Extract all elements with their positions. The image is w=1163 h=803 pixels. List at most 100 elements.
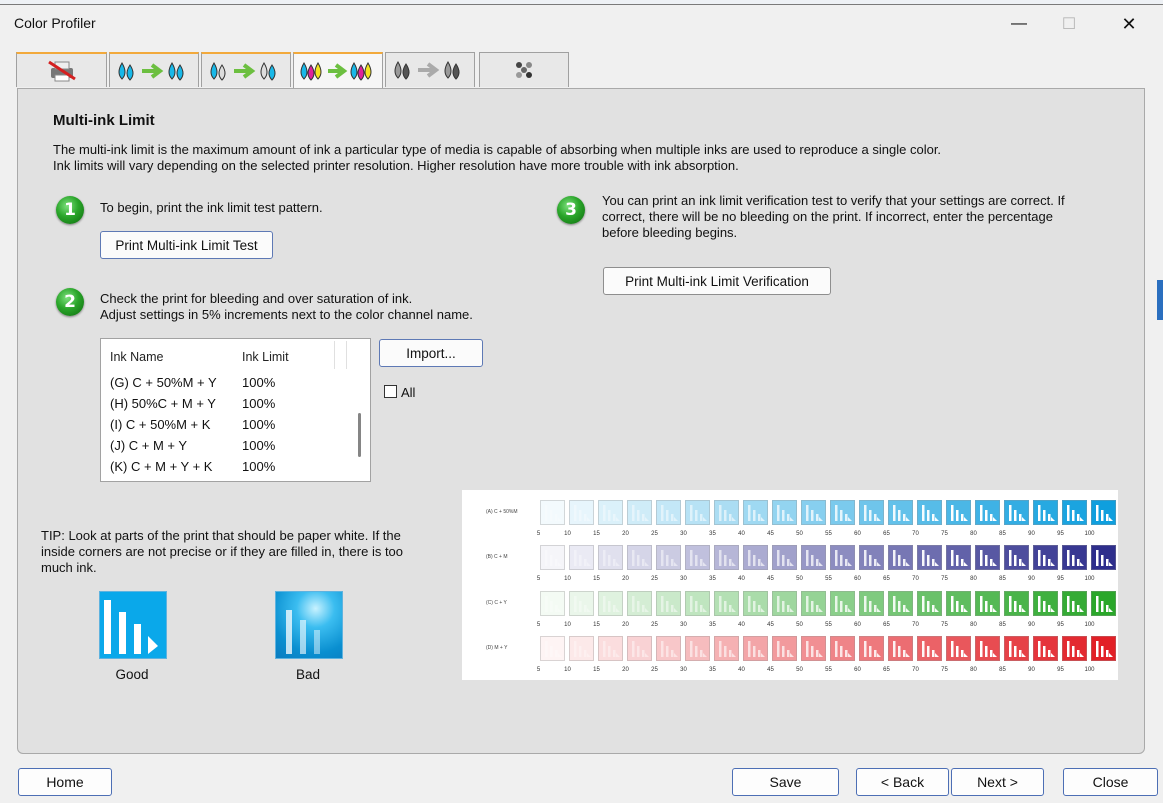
pattern-swatch <box>1091 500 1116 525</box>
tab-profile[interactable] <box>479 52 569 87</box>
tab-multi-ink-limit[interactable] <box>293 52 383 88</box>
table-row[interactable]: (I) C + 50%M + K 100% <box>110 417 275 438</box>
print-verification-button[interactable]: Print Multi-ink Limit Verification <box>603 267 831 295</box>
bad-example-image <box>275 591 343 659</box>
pattern-step-label: 80 <box>970 531 977 537</box>
table-row[interactable]: (G) C + 50%M + Y 100% <box>110 375 275 396</box>
all-checkbox-label[interactable]: All <box>401 385 415 400</box>
step-3-line-1: You can print an ink limit verification … <box>602 193 1065 208</box>
pattern-swatch-row <box>540 591 1160 617</box>
pattern-step-label: 25 <box>651 576 658 582</box>
window-title: Color Profiler <box>14 15 96 31</box>
pattern-step-label: 40 <box>738 531 745 537</box>
print-ink-limit-test-button[interactable]: Print Multi-ink Limit Test <box>100 231 273 259</box>
back-button[interactable]: < Back <box>856 768 949 796</box>
pattern-swatch <box>743 636 768 661</box>
maximize-button[interactable]: ☐ <box>1040 5 1098 43</box>
step-2-text: Check the print for bleeding and over sa… <box>100 291 473 323</box>
pattern-step-label: 40 <box>738 622 745 628</box>
pattern-step-label: 100 <box>1084 576 1095 582</box>
pattern-step-label: 90 <box>1028 576 1035 582</box>
pattern-step-label: 55 <box>825 667 832 673</box>
pattern-step-label: 85 <box>999 622 1006 628</box>
pattern-step-label: 60 <box>854 622 861 628</box>
pattern-swatch <box>888 500 913 525</box>
pattern-step-label: 5 <box>536 622 541 628</box>
pattern-swatch <box>772 545 797 570</box>
tab-printer[interactable] <box>16 52 107 87</box>
pattern-step-label: 70 <box>912 622 919 628</box>
import-button[interactable]: Import... <box>379 339 483 367</box>
pattern-step-label: 65 <box>883 576 890 582</box>
pattern-swatch <box>801 591 826 616</box>
description-line-1: The multi-ink limit is the maximum amoun… <box>53 142 942 157</box>
column-header-ink-name[interactable]: Ink Name <box>110 350 164 364</box>
home-button[interactable]: Home <box>18 768 112 796</box>
table-scrollbar[interactable] <box>351 339 370 481</box>
pattern-step-label: 65 <box>883 531 890 537</box>
table-row[interactable]: (H) 50%C + M + Y 100% <box>110 396 275 417</box>
pattern-step-label: 30 <box>680 576 687 582</box>
pattern-swatch <box>801 500 826 525</box>
pattern-step-label: 45 <box>767 531 774 537</box>
pattern-swatch <box>1062 500 1087 525</box>
pattern-swatch <box>1062 545 1087 570</box>
pattern-step-label: 75 <box>941 667 948 673</box>
pattern-swatch <box>888 636 913 661</box>
pattern-swatch <box>685 591 710 616</box>
pattern-swatch <box>772 500 797 525</box>
pattern-swatch <box>656 500 681 525</box>
pattern-step-label: 50 <box>796 667 803 673</box>
table-row[interactable]: (J) C + M + Y 100% <box>110 438 275 459</box>
pattern-swatch <box>1004 545 1029 570</box>
pattern-step-label: 20 <box>622 622 629 628</box>
pattern-step-label: 65 <box>883 667 890 673</box>
ink-limit-table[interactable]: Ink Name Ink Limit (G) C + 50%M + Y 100% … <box>100 338 371 482</box>
pattern-step-label: 100 <box>1084 531 1095 537</box>
tab-gray-balance[interactable] <box>201 52 291 87</box>
title-bar: Color Profiler — ☐ ✕ <box>0 5 1163 43</box>
pattern-step-label: 15 <box>593 531 600 537</box>
pattern-swatch <box>801 636 826 661</box>
pattern-step-label: 70 <box>912 667 919 673</box>
pattern-step-label: 40 <box>738 576 745 582</box>
pattern-swatch <box>627 545 652 570</box>
pattern-swatch <box>917 636 942 661</box>
pattern-swatch <box>975 545 1000 570</box>
pattern-step-label: 75 <box>941 576 948 582</box>
pattern-swatch <box>540 636 565 661</box>
all-checkbox[interactable] <box>384 385 397 398</box>
pattern-swatch <box>772 636 797 661</box>
close-window-button[interactable]: ✕ <box>1100 5 1158 43</box>
pattern-swatch <box>598 591 623 616</box>
close-button[interactable]: Close <box>1063 768 1158 796</box>
pattern-swatch <box>685 636 710 661</box>
pattern-row-label: (D) M + Y <box>486 645 508 651</box>
cyan-to-cyan-icon <box>118 61 184 81</box>
pattern-swatch-row <box>540 636 1160 662</box>
pattern-swatch <box>685 500 710 525</box>
pattern-step-label: 10 <box>564 622 571 628</box>
pattern-swatch <box>859 500 884 525</box>
tab-ink-calibration[interactable] <box>109 52 199 87</box>
scrollbar-thumb[interactable] <box>358 413 361 457</box>
pattern-swatch <box>917 545 942 570</box>
description-line-2: Ink limits will vary depending on the se… <box>53 158 739 173</box>
gray-to-gray-icon <box>394 61 460 80</box>
pattern-step-labels: 5 10 15 20 25 30 35 40 45 50 55 60 65 70 75 80 85 90 95 100 <box>537 531 1160 541</box>
pattern-swatch <box>714 545 739 570</box>
pattern-step-label: 10 <box>564 667 571 673</box>
pattern-swatch <box>1062 636 1087 661</box>
pattern-swatch <box>830 636 855 661</box>
pattern-swatch <box>975 591 1000 616</box>
next-button[interactable]: Next > <box>951 768 1044 796</box>
save-button[interactable]: Save <box>732 768 839 796</box>
pattern-step-labels: 5 10 15 20 25 30 35 40 45 50 55 60 65 70 75 80 85 90 95 100 <box>537 667 1160 677</box>
table-row[interactable]: (K) C + M + Y + K 100% <box>110 459 275 480</box>
column-header-ink-limit[interactable]: Ink Limit <box>242 350 289 364</box>
pattern-step-label: 5 <box>536 667 541 673</box>
pattern-swatch <box>975 500 1000 525</box>
pattern-step-label: 40 <box>738 667 745 673</box>
printer-icon <box>47 60 76 81</box>
tab-black-generation[interactable] <box>385 52 475 87</box>
